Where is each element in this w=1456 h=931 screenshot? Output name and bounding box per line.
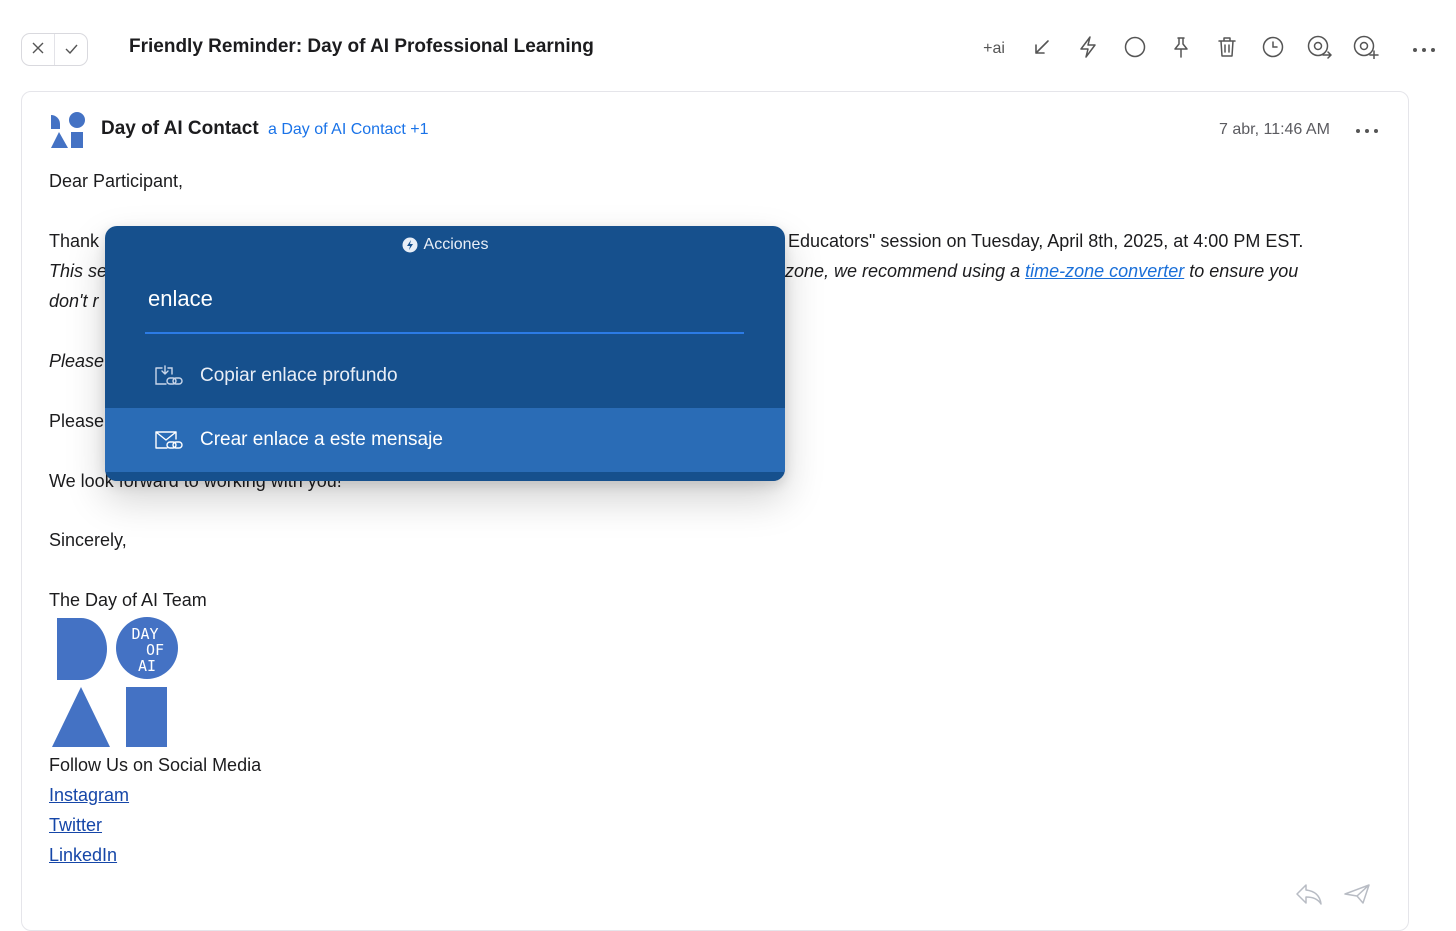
bolt-icon — [1079, 35, 1097, 63]
circle-icon — [1124, 36, 1146, 63]
paragraph-2-end: zone, we recommend using a time-zone con… — [785, 261, 1298, 282]
ai-button[interactable]: +ai — [974, 32, 1014, 66]
linkedin-link[interactable]: LinkedIn — [49, 845, 117, 866]
sender-name[interactable]: Day of AI Contact — [101, 118, 259, 140]
more-icon — [1412, 40, 1436, 58]
timezone-converter-link[interactable]: time-zone converter — [1025, 261, 1184, 281]
check-icon — [65, 41, 78, 59]
recipient-list[interactable]: a Day of AI Contact +1 — [268, 121, 429, 139]
sender-avatar — [49, 111, 87, 149]
ai-label: +ai — [983, 40, 1005, 57]
paragraph-1-start: Thank — [49, 231, 100, 251]
reply-actions — [1295, 882, 1371, 911]
actions-button[interactable] — [1071, 32, 1105, 66]
close-button[interactable] — [22, 34, 54, 65]
pin-button[interactable] — [1164, 32, 1198, 66]
instagram-link[interactable]: Instagram — [49, 785, 129, 806]
email-subject: Friendly Reminder: Day of AI Professiona… — [129, 36, 594, 57]
paragraph-2-text: zone, we recommend using a — [785, 261, 1026, 281]
copy-link-icon — [153, 362, 185, 390]
paragraph-3-start: don't r — [49, 291, 99, 311]
forward-button[interactable] — [1303, 32, 1337, 66]
palette-search-input[interactable]: enlace — [148, 286, 213, 312]
palette-item-copy-deep-link[interactable]: Copiar enlace profundo — [105, 344, 785, 408]
follow-text: Follow Us on Social Media — [49, 755, 262, 775]
paragraph-2-start: This se — [49, 261, 108, 281]
bolt-icon — [402, 237, 418, 253]
logo-ai: AI — [138, 657, 156, 675]
message-more-button[interactable] — [1352, 120, 1382, 140]
add-at-icon — [1353, 35, 1379, 64]
signature: The Day of AI Team — [49, 590, 207, 610]
message-card — [21, 91, 1409, 931]
closing: Sincerely, — [49, 530, 127, 550]
actions-palette: Acciones enlace Copiar enlace profundo C… — [105, 226, 785, 481]
close-icon — [32, 41, 44, 59]
twitter-link[interactable]: Twitter — [49, 815, 102, 836]
clock-icon — [1262, 36, 1284, 63]
forward-icon[interactable] — [1343, 882, 1371, 911]
forward-at-icon — [1307, 35, 1333, 64]
mail-link-icon — [153, 426, 185, 454]
palette-header: Acciones — [105, 236, 785, 254]
paragraph-4-start: Please — [49, 351, 105, 371]
paragraph-5-start: Please — [49, 411, 105, 431]
palette-item-label: Copiar enlace profundo — [200, 365, 398, 386]
arrow-down-left-icon — [1033, 38, 1051, 61]
trash-icon — [1217, 36, 1237, 63]
palette-title: Acciones — [423, 236, 489, 253]
delete-button[interactable] — [1210, 32, 1244, 66]
move-button[interactable] — [1025, 32, 1059, 66]
message-nav-control — [21, 33, 88, 66]
paragraph-1-end: Educators" session on Tuesday, April 8th… — [788, 231, 1304, 251]
add-contact-button[interactable] — [1349, 32, 1383, 66]
message-date: 7 abr, 11:46 AM — [1219, 121, 1330, 138]
more-button[interactable] — [1407, 32, 1441, 66]
palette-bottom — [105, 473, 785, 481]
snooze-button[interactable] — [1256, 32, 1290, 66]
paragraph-2-tail: to ensure you — [1184, 261, 1299, 281]
greeting: Dear Participant, — [49, 171, 184, 191]
done-button[interactable] — [54, 34, 87, 65]
palette-input-underline — [145, 332, 744, 334]
day-of-ai-logo: DAY OF AI — [51, 617, 181, 749]
reply-icon[interactable] — [1295, 882, 1323, 911]
more-icon — [1355, 121, 1379, 139]
palette-item-label: Crear enlace a este mensaje — [200, 429, 443, 450]
palette-item-create-message-link[interactable]: Crear enlace a este mensaje — [105, 408, 785, 472]
mark-button[interactable] — [1118, 32, 1152, 66]
pin-icon — [1172, 36, 1190, 63]
